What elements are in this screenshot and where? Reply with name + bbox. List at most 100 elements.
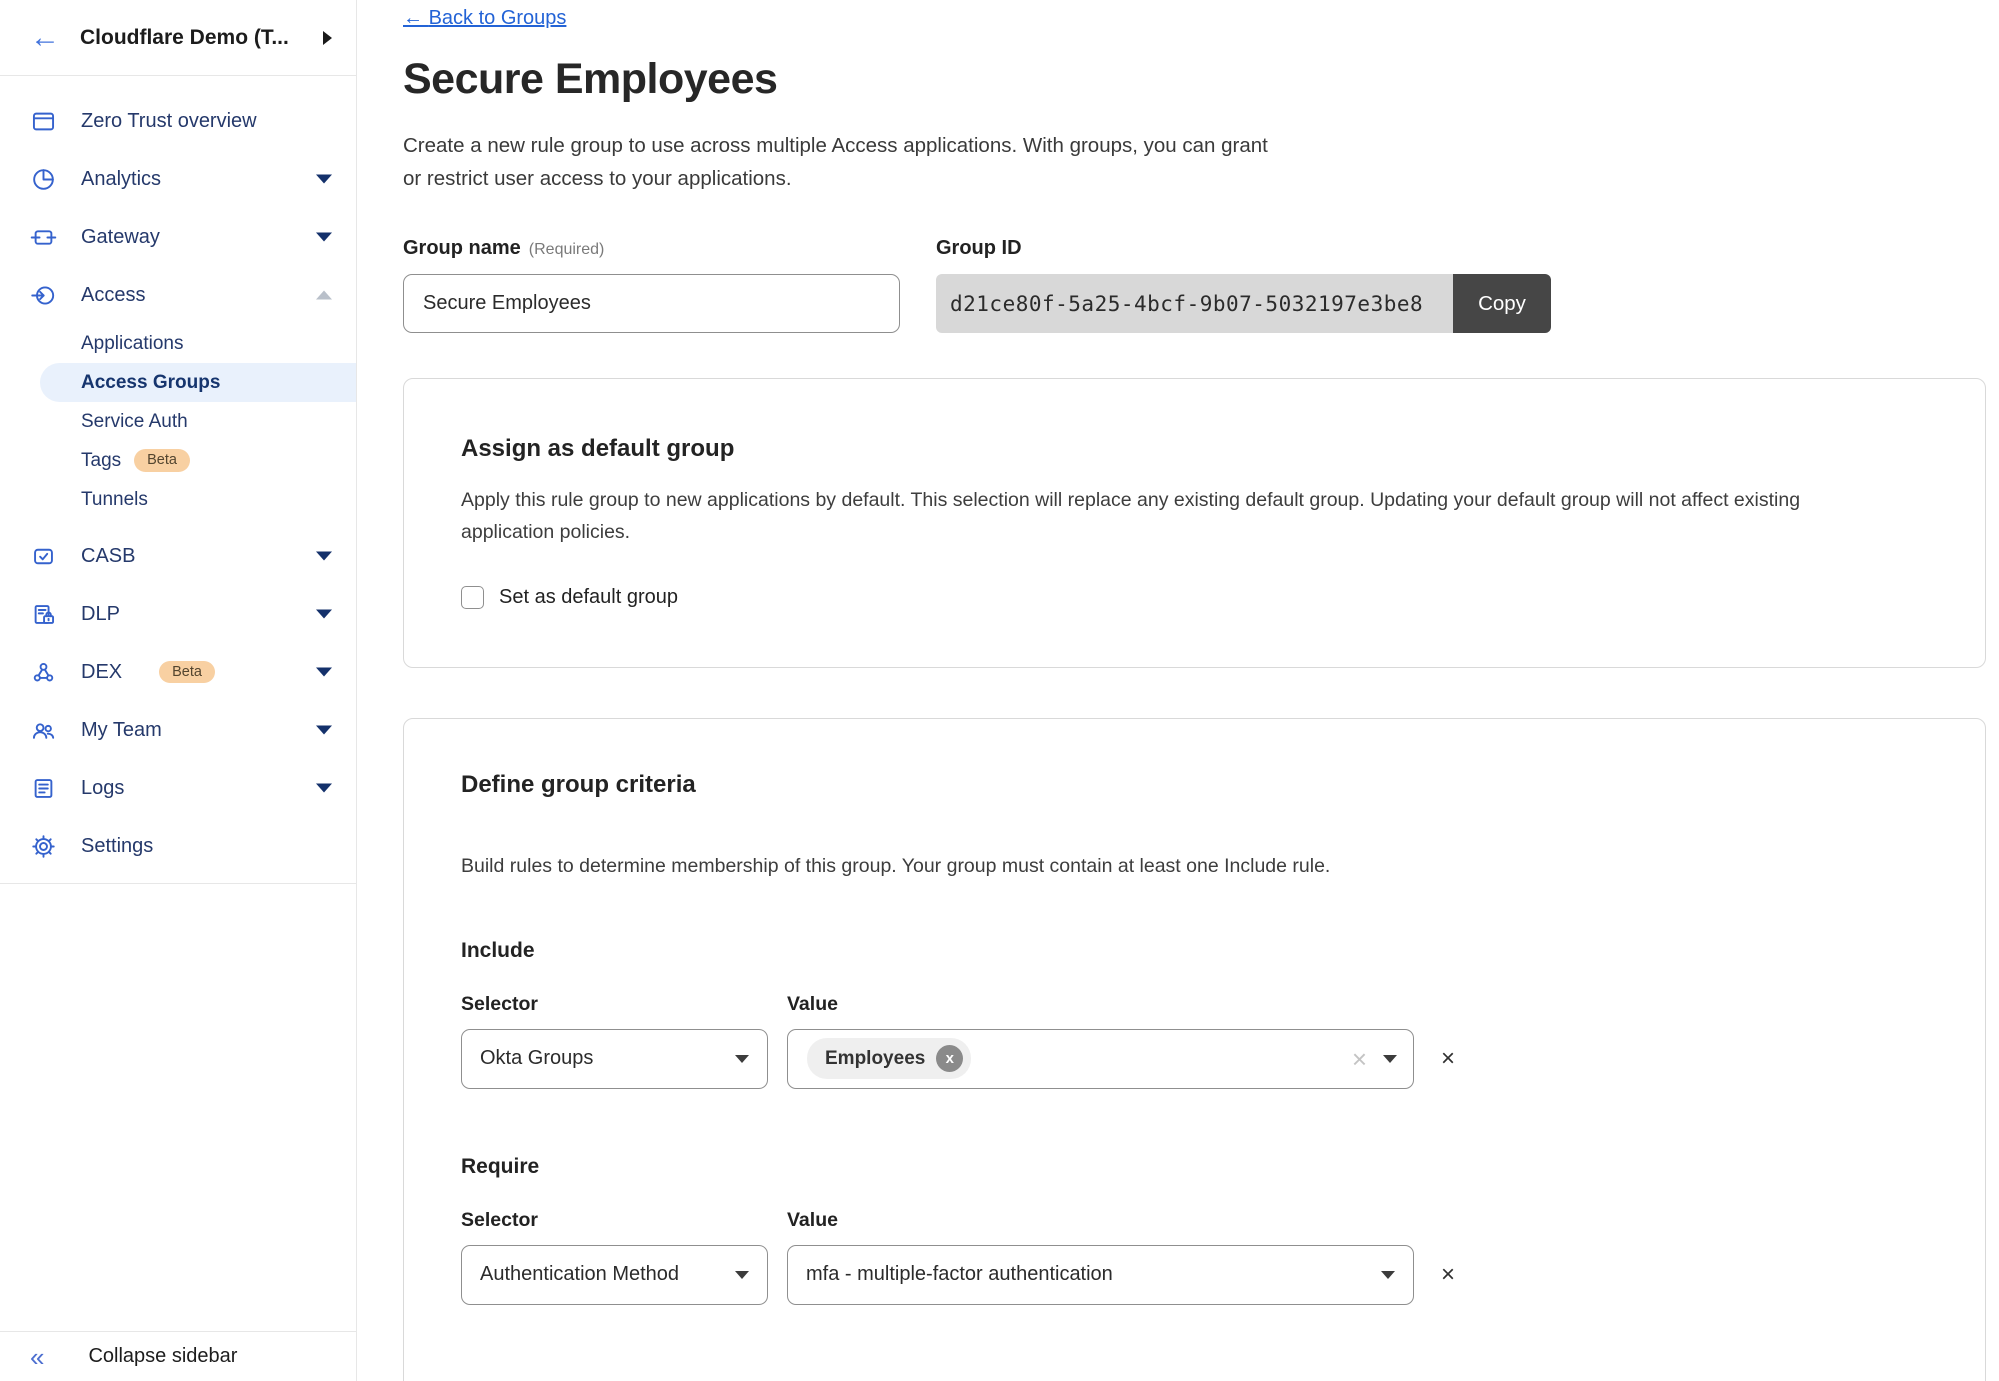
require-labels-row: Selector Value [461, 1209, 1928, 1232]
casb-icon [30, 543, 57, 570]
sidebar-item-applications[interactable]: Applications [0, 324, 356, 363]
back-link-label: Back to Groups [429, 7, 567, 29]
include-value-multiselect[interactable]: Employees x × [787, 1029, 1414, 1089]
assign-default-group-card: Assign as default group Apply this rule … [403, 378, 1986, 668]
sidebar-item-tunnels[interactable]: Tunnels [0, 480, 356, 519]
include-heading: Include [461, 939, 1928, 963]
sidebar: ← Cloudflare Demo (T... Zero Trust overv… [0, 0, 357, 1381]
group-id-label: Group ID [936, 237, 1551, 260]
chevron-down-icon[interactable] [316, 233, 332, 242]
sidebar-item-tags[interactable]: Tags Beta [0, 441, 356, 480]
group-id-value: d21ce80f-5a25-4bcf-9b07-5032197e3be8 [936, 274, 1453, 333]
sidebar-item-label: Access Groups [81, 372, 220, 394]
copy-button[interactable]: Copy [1453, 274, 1551, 333]
account-title: Cloudflare Demo (T... [80, 26, 303, 50]
chevron-down-icon[interactable] [316, 175, 332, 184]
sidebar-item-dex[interactable]: DEX Beta [0, 643, 356, 701]
remove-require-rule-button[interactable]: × [1441, 1263, 1455, 1287]
chevron-down-icon[interactable] [316, 610, 332, 619]
clear-selection-icon[interactable]: × [1352, 1046, 1367, 1072]
window-icon [30, 108, 57, 135]
chevron-down-icon [1381, 1271, 1395, 1279]
sidebar-item-label: Access [81, 284, 145, 307]
set-default-checkbox[interactable] [461, 586, 484, 609]
back-arrow-icon: ← [403, 7, 423, 29]
sidebar-item-label: Service Auth [81, 411, 188, 433]
sidebar-item-label: My Team [81, 719, 162, 742]
require-value-dropdown[interactable]: mfa - multiple-factor authentication [787, 1245, 1414, 1305]
chevron-down-icon [735, 1055, 749, 1063]
group-id-field-group: Group ID d21ce80f-5a25-4bcf-9b07-5032197… [936, 237, 1551, 333]
chevron-up-icon[interactable] [316, 291, 332, 300]
include-rule-row: Okta Groups Employees x × × [461, 1029, 1928, 1089]
required-hint: (Required) [529, 241, 605, 258]
chevron-down-icon[interactable] [316, 668, 332, 677]
beta-badge: Beta [159, 661, 215, 684]
chevron-down-icon[interactable] [316, 726, 332, 735]
set-default-group-row: Set as default group [461, 586, 1928, 609]
assign-default-group-title: Assign as default group [461, 435, 1928, 463]
page-title: Secure Employees [403, 55, 1986, 104]
sidebar-item-access[interactable]: Access [0, 266, 356, 324]
sidebar-item-zero-trust-overview[interactable]: Zero Trust overview [0, 92, 356, 150]
require-rule-row: Authentication Method mfa - multiple-fac… [461, 1245, 1928, 1305]
require-selector-value: Authentication Method [480, 1263, 735, 1286]
chevron-down-icon [1383, 1055, 1397, 1063]
sidebar-item-label: DEX [81, 661, 122, 684]
beta-badge: Beta [134, 449, 190, 472]
require-selector-label: Selector [461, 1209, 787, 1232]
group-name-field-group: Group name(Required) [403, 237, 900, 333]
logs-icon [30, 775, 57, 802]
assign-default-description-line2: application policies. [461, 517, 1928, 548]
sidebar-item-casb[interactable]: CASB [0, 527, 356, 585]
require-selector-dropdown[interactable]: Authentication Method [461, 1245, 768, 1305]
sidebar-divider [0, 883, 356, 884]
chevron-down-icon[interactable] [316, 784, 332, 793]
sidebar-item-label: DLP [81, 603, 120, 626]
page-description-line1: Create a new rule group to use across mu… [403, 129, 1986, 162]
sidebar-item-dlp[interactable]: DLP [0, 585, 356, 643]
sidebar-item-analytics[interactable]: Analytics [0, 150, 356, 208]
include-labels-row: Selector Value [461, 993, 1928, 1016]
sidebar-item-label: CASB [81, 545, 135, 568]
assign-default-description-line1: Apply this rule group to new application… [461, 485, 1928, 516]
team-icon [30, 717, 57, 744]
sidebar-item-label: Tags [81, 450, 121, 472]
dlp-icon [30, 601, 57, 628]
sidebar-nav: Zero Trust overview Analytics Gateway Ac… [0, 76, 356, 884]
sidebar-item-label: Zero Trust overview [81, 110, 257, 133]
chevron-down-icon[interactable] [316, 552, 332, 561]
sidebar-item-access-groups[interactable]: Access Groups [40, 363, 356, 402]
collapse-sidebar-button[interactable]: « Collapse sidebar [0, 1331, 356, 1381]
include-selector-dropdown[interactable]: Okta Groups [461, 1029, 768, 1089]
pie-chart-icon [30, 166, 57, 193]
back-to-groups-link[interactable]: ← Back to Groups [403, 7, 566, 30]
group-name-input[interactable] [403, 274, 900, 333]
define-group-criteria-description: Build rules to determine membership of t… [461, 851, 1928, 882]
access-login-icon [30, 282, 57, 309]
sidebar-item-label: Analytics [81, 168, 161, 191]
sidebar-header: ← Cloudflare Demo (T... [0, 0, 356, 76]
sidebar-item-service-auth[interactable]: Service Auth [0, 402, 356, 441]
collapse-sidebar-label: Collapse sidebar [88, 1345, 237, 1368]
gear-icon [30, 833, 57, 860]
sidebar-item-settings[interactable]: Settings [0, 817, 356, 875]
sidebar-item-my-team[interactable]: My Team [0, 701, 356, 759]
sidebar-item-label: Settings [81, 835, 153, 858]
define-group-criteria-title: Define group criteria [461, 771, 1928, 799]
require-value-label: Value [787, 1209, 838, 1232]
assign-default-group-description: Apply this rule group to new application… [461, 485, 1928, 547]
sidebar-item-label: Logs [81, 777, 124, 800]
chevron-down-icon [735, 1271, 749, 1279]
collapse-chevrons-icon: « [30, 1344, 44, 1370]
dex-icon [30, 659, 57, 686]
chip-remove-icon[interactable]: x [936, 1045, 963, 1072]
page-description: Create a new rule group to use across mu… [403, 129, 1986, 195]
chevron-right-icon[interactable] [323, 31, 332, 45]
include-selector-label: Selector [461, 993, 787, 1016]
back-arrow-icon[interactable]: ← [30, 23, 60, 53]
value-chip-label: Employees [825, 1048, 925, 1070]
sidebar-item-logs[interactable]: Logs [0, 759, 356, 817]
remove-include-rule-button[interactable]: × [1441, 1047, 1455, 1071]
sidebar-item-gateway[interactable]: Gateway [0, 208, 356, 266]
